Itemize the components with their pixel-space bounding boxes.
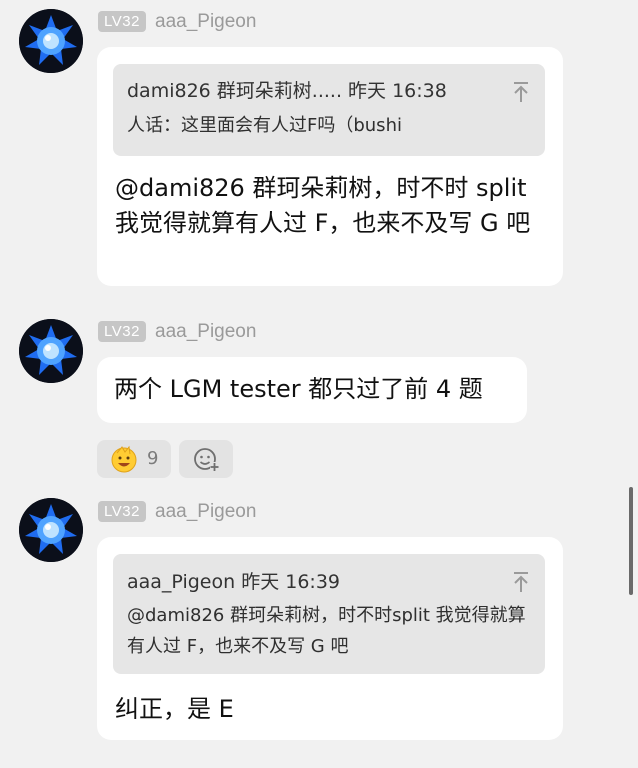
add-reaction-button[interactable] (179, 440, 233, 478)
jump-to-message-icon[interactable] (511, 81, 531, 103)
avatar-icon (19, 498, 83, 562)
username[interactable]: aaa_Pigeon (155, 501, 256, 523)
jump-to-message-icon[interactable] (511, 571, 531, 593)
grinning-emoji-icon (111, 445, 137, 473)
quote-text: @dami826 群珂朵莉树，时不时split 我觉得就算有人过 F，也来不及写… (127, 605, 526, 657)
message-text: 纠正，是 E (115, 695, 234, 723)
avatar[interactable] (19, 319, 83, 383)
level-badge: LV32 (98, 321, 146, 342)
scrollbar-thumb[interactable] (629, 487, 633, 595)
username[interactable]: aaa_Pigeon (155, 321, 256, 343)
message-text: 两个 LGM tester 都只过了前 4 题 (114, 375, 483, 403)
level-badge: LV32 (98, 11, 146, 32)
quote-header: dami826 群珂朵莉树..... 昨天 16:38 (127, 80, 447, 102)
message-bubble[interactable]: dami826 群珂朵莉树..... 昨天 16:38 人话：这里面会有人过F吗… (97, 47, 563, 286)
reaction-count: 9 (147, 448, 159, 469)
message-bubble[interactable]: 两个 LGM tester 都只过了前 4 题 (97, 357, 527, 423)
reaction-chip[interactable]: 9 (97, 440, 171, 478)
level-badge: LV32 (98, 501, 146, 522)
message-text: @dami826 群珂朵莉树，时不时 split 我觉得就算有人过 F，也来不及… (115, 174, 531, 237)
avatar-icon (19, 9, 83, 73)
username[interactable]: aaa_Pigeon (155, 11, 256, 33)
avatar-icon (19, 319, 83, 383)
quoted-message[interactable]: aaa_Pigeon 昨天 16:39 @dami826 群珂朵莉树，时不时sp… (113, 554, 545, 674)
add-reaction-icon (194, 448, 219, 471)
avatar[interactable] (19, 498, 83, 562)
quote-header: aaa_Pigeon 昨天 16:39 (127, 571, 340, 593)
quote-text: 人话：这里面会有人过F吗（bushi (127, 115, 402, 136)
message-bubble[interactable]: aaa_Pigeon 昨天 16:39 @dami826 群珂朵莉树，时不时sp… (97, 537, 563, 740)
quoted-message[interactable]: dami826 群珂朵莉树..... 昨天 16:38 人话：这里面会有人过F吗… (113, 64, 545, 156)
avatar[interactable] (19, 9, 83, 73)
